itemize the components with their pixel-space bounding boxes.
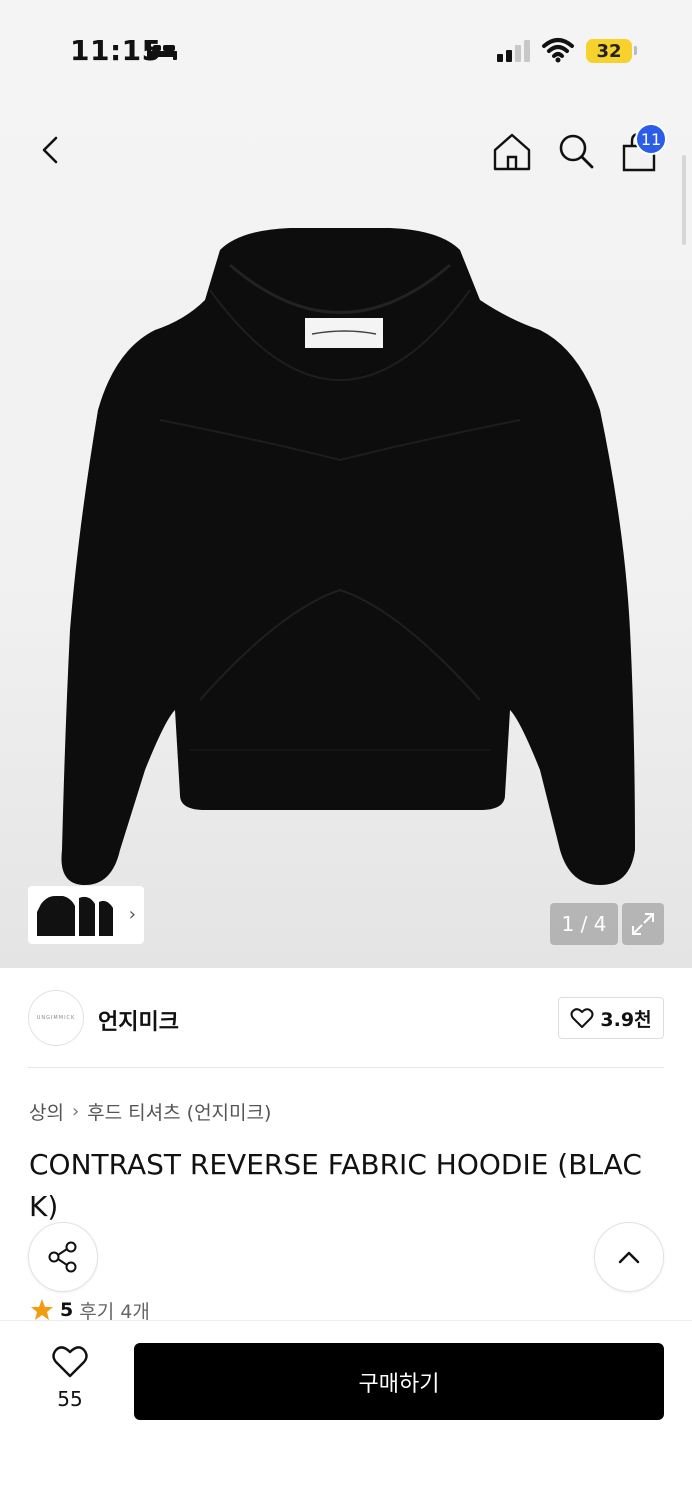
breadcrumb: 상의 › 후드 티셔츠 (언지미크) (29, 1098, 271, 1125)
star-icon (31, 1299, 53, 1320)
wifi-icon (542, 38, 574, 63)
product-image-hoodie[interactable] (40, 210, 660, 900)
rating-score: 5 (60, 1299, 74, 1321)
share-icon (48, 1241, 77, 1273)
chevron-right-icon: › (71, 1101, 80, 1122)
review-count: 후기 4개 (79, 1300, 150, 1323)
brand-like-count: 3.9천 (600, 1008, 652, 1031)
heart-icon (570, 1008, 594, 1028)
brand-name[interactable]: 언지미크 (98, 1004, 179, 1036)
product-gallery[interactable]: 11:15 32 11 › 1 / 4 (0, 0, 692, 968)
scroll-indicator (682, 155, 686, 245)
back-arrow-icon[interactable] (30, 130, 70, 170)
home-icon[interactable] (490, 130, 534, 174)
chevron-up-icon (618, 1251, 640, 1264)
image-pager: 1 / 4 (550, 903, 618, 945)
divider (28, 1067, 664, 1068)
battery-tip (634, 46, 637, 55)
bottom-action-bar: 55 구매하기 (0, 1320, 692, 1500)
top-navigation (0, 120, 692, 180)
breadcrumb-subcategory[interactable]: 후드 티셔츠 (언지미크) (87, 1098, 271, 1125)
product-title: CONTRAST REVERSE FABRIC HOODIE (BLACK) (29, 1148, 642, 1223)
cellular-signal-icon (497, 40, 530, 62)
wishlist-button[interactable]: 55 (40, 1345, 100, 1411)
expand-icon[interactable] (622, 903, 664, 945)
brand-logo[interactable]: UNGIMMICK (28, 990, 84, 1046)
brand-logo-text: UNGIMMICK (36, 1015, 76, 1021)
heart-icon (52, 1346, 88, 1378)
wishlist-count: 55 (57, 1387, 83, 1411)
share-button[interactable] (28, 1222, 98, 1292)
scroll-to-top-button[interactable] (594, 1222, 664, 1292)
brand-row: UNGIMMICK 언지미크 3.9천 (28, 988, 664, 1048)
cart-count-badge: 11 (635, 123, 667, 155)
thumbnail-strip[interactable]: › (28, 886, 144, 944)
sleep-mode-icon (147, 42, 177, 60)
search-icon[interactable] (555, 130, 597, 172)
battery-indicator: 32 (586, 39, 632, 63)
brand-like-button[interactable]: 3.9천 (558, 997, 664, 1039)
buy-button[interactable]: 구매하기 (134, 1343, 664, 1420)
thumbnail-image[interactable] (33, 890, 117, 940)
rating-summary[interactable]: 5 후기 4개 (30, 1298, 150, 1322)
status-bar: 11:15 32 (0, 0, 692, 100)
chevron-right-icon: › (128, 904, 136, 925)
breadcrumb-category[interactable]: 상의 (29, 1098, 64, 1125)
